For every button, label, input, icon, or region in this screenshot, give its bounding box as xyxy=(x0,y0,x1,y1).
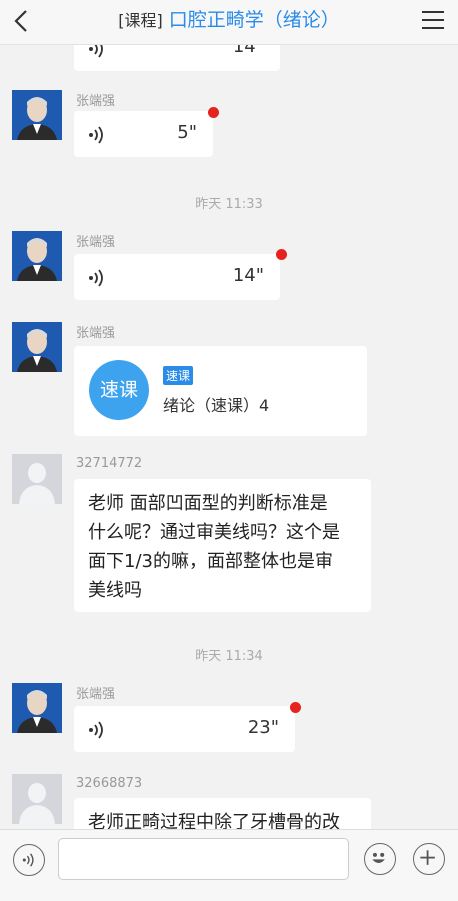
voice-wave-icon xyxy=(89,269,103,287)
sender-name: 张端强 xyxy=(76,326,116,341)
sender-name: 张端强 xyxy=(76,235,116,250)
header-bar: [课程] 口腔正畸学（绪论） xyxy=(0,0,458,45)
course-icon: 速课 xyxy=(89,360,149,420)
voice-duration: 23" xyxy=(247,717,279,738)
avatar[interactable] xyxy=(12,90,62,140)
input-bar xyxy=(0,829,458,901)
message-line: 老师 面部凹面型的判断标准是 xyxy=(88,493,328,514)
message-line: 面下1/3的嘛，面部整体也是审 xyxy=(88,551,333,572)
message-line: 什么呢？通过审美线吗？这个是 xyxy=(88,522,340,543)
voice-duration: 14" xyxy=(232,45,264,57)
page-title: [课程] 口腔正畸学（绪论） xyxy=(0,0,458,44)
voice-wave-icon xyxy=(89,45,103,58)
chat-area[interactable]: 14" 张端强 5" 昨天 11:33 张端强 14" 张端强 速课 速课 绪论… xyxy=(0,45,458,829)
sender-name: 32668873 xyxy=(76,776,143,791)
message-line: 美线吗 xyxy=(88,580,142,601)
unread-dot xyxy=(290,702,301,713)
emoji-icon[interactable] xyxy=(364,843,396,875)
course-card[interactable]: 速课 速课 绪论（速课）4 xyxy=(74,346,367,436)
plus-icon[interactable] xyxy=(413,843,445,875)
sender-name: 张端强 xyxy=(76,687,116,702)
timestamp: 昨天 11:34 xyxy=(195,649,263,664)
message-input[interactable] xyxy=(58,838,349,880)
avatar[interactable] xyxy=(12,454,62,504)
avatar[interactable] xyxy=(12,683,62,733)
title-prefix: [课程] xyxy=(118,11,163,30)
avatar[interactable] xyxy=(12,322,62,372)
unread-dot xyxy=(276,249,287,260)
hamburger-menu-icon[interactable] xyxy=(422,11,444,31)
unread-dot xyxy=(208,107,219,118)
avatar[interactable] xyxy=(12,231,62,281)
voice-duration: 14" xyxy=(232,265,264,286)
sender-name: 张端强 xyxy=(76,94,116,109)
voice-duration: 5" xyxy=(177,122,197,143)
text-bubble[interactable]: 老师正畸过程中除了牙槽骨的改 xyxy=(74,798,371,829)
voice-wave-icon xyxy=(89,721,103,739)
voice-bubble[interactable]: 14" xyxy=(74,254,280,300)
course-name-link[interactable]: 口腔正畸学（绪论） xyxy=(169,9,340,31)
text-bubble[interactable]: 老师 面部凹面型的判断标准是 什么呢？通过审美线吗？这个是 面下1/3的嘛，面部… xyxy=(74,479,371,612)
course-title: 绪论（速课）4 xyxy=(163,396,270,415)
sender-name: 32714772 xyxy=(76,456,143,471)
voice-icon[interactable] xyxy=(13,844,45,876)
voice-bubble[interactable]: 23" xyxy=(74,706,295,752)
avatar[interactable] xyxy=(12,774,62,824)
message-line: 老师正畸过程中除了牙槽骨的改 xyxy=(88,812,340,829)
voice-bubble[interactable]: 5" xyxy=(74,111,213,157)
timestamp: 昨天 11:33 xyxy=(195,197,263,212)
voice-bubble[interactable]: 14" xyxy=(74,45,280,71)
course-tag: 速课 xyxy=(163,366,194,385)
voice-wave-icon xyxy=(89,126,103,144)
